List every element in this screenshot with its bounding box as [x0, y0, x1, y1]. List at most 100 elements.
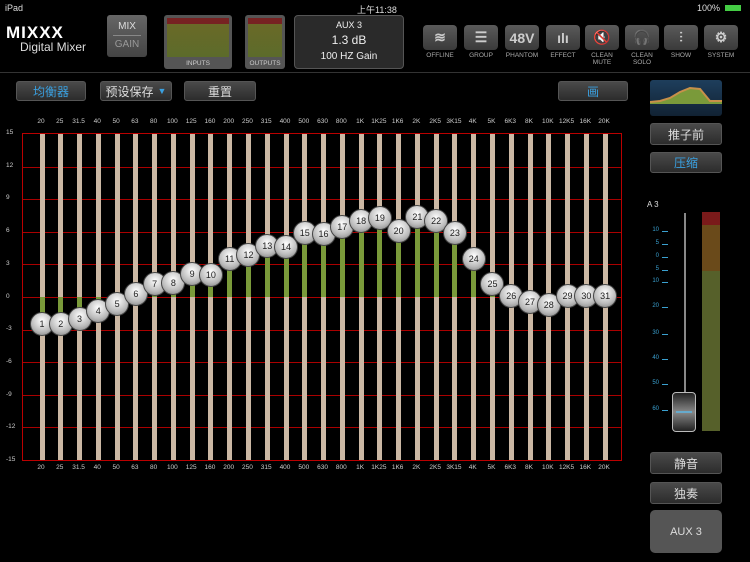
eq-band-knob[interactable]: 10	[198, 263, 223, 288]
eq-band-track[interactable]	[452, 134, 458, 460]
eq-band-track[interactable]	[189, 134, 195, 460]
meter-tick	[662, 257, 668, 258]
freq-label: 200	[223, 118, 235, 125]
freq-label: 5K	[487, 118, 496, 125]
meter-scale-label: 60	[652, 406, 659, 412]
eq-band-track[interactable]	[433, 134, 439, 460]
meter-scale-label: 5	[655, 266, 659, 272]
freq-label: 2K5	[429, 118, 441, 125]
eq-band-track[interactable]	[396, 134, 402, 460]
freq-label: 1K	[356, 118, 365, 125]
y-tick-label: -12	[6, 423, 16, 431]
inputs-meter-button[interactable]: INPUTS	[164, 15, 232, 69]
tool-label-group: GROUP	[469, 52, 493, 59]
eq-band-track[interactable]	[358, 134, 364, 460]
freq-label: 1K25	[371, 118, 387, 125]
eq-band-track[interactable]	[321, 134, 327, 460]
eq-graph: 1 2 3 4 5 6 7 8 9 10 11 12 13 14 15 16 17 18 19 20 21 22 23 24 2…	[22, 133, 622, 461]
freq-label: 50	[112, 118, 120, 125]
inputs-label: INPUTS	[186, 60, 210, 67]
headphone-icon[interactable]: 🎧	[625, 25, 659, 50]
tool-label-clean-solo: CLEAN SOLO	[631, 52, 653, 66]
eq-band-track[interactable]	[471, 134, 477, 460]
solo-button[interactable]: 独奏	[650, 482, 722, 504]
y-tick-label: 6	[6, 227, 10, 235]
freq-label: 160	[204, 464, 216, 471]
meter-tick	[662, 270, 668, 271]
freq-label: 630	[317, 464, 328, 471]
group-icon[interactable]: ☰	[464, 25, 498, 50]
pre-fader-button[interactable]: 推子前	[650, 123, 722, 145]
meter-scale-label: 10	[652, 278, 659, 284]
eq-band-track[interactable]	[245, 134, 251, 460]
meter-scale-label: 5	[655, 240, 659, 246]
eq-band-track[interactable]	[152, 134, 158, 460]
eq-band-track[interactable]	[264, 134, 270, 460]
freq-label: 3K15	[446, 118, 462, 125]
display-channel: AUX 3	[335, 20, 362, 30]
freq-label: 630	[317, 118, 328, 125]
logo-subtitle: Digital Mixer	[20, 40, 87, 54]
meter-tick	[662, 334, 668, 335]
freq-label: 1K25	[371, 464, 387, 471]
freq-label: 800	[335, 118, 347, 125]
battery-icon	[725, 5, 741, 11]
draw-button[interactable]: 画	[558, 81, 628, 101]
freq-label: 200	[223, 464, 235, 471]
freq-label: 16K	[579, 118, 592, 125]
sliders-icon[interactable]: ⫶	[664, 25, 698, 50]
status-device: iPad	[5, 3, 24, 13]
gear-icon[interactable]: ⚙	[704, 25, 738, 50]
eq-band-track[interactable]	[283, 134, 289, 460]
tool-label-clean-mute: CLEAN MUTE	[591, 52, 613, 66]
eq-band-track[interactable]	[302, 134, 308, 460]
freq-label: 63	[131, 464, 139, 471]
mute-button[interactable]: 静音	[650, 452, 722, 474]
freq-label: 1K6	[391, 464, 404, 471]
meter-tick	[662, 410, 668, 411]
mute-icon[interactable]: 🔇	[585, 25, 619, 50]
header-divider	[0, 72, 750, 73]
mix-gain-toggle[interactable]: MIX GAIN	[107, 15, 147, 57]
eq-band-knob[interactable]: 24	[461, 246, 486, 271]
channel-name-button[interactable]: AUX 3	[650, 510, 722, 553]
48v-icon[interactable]: 48V	[505, 25, 539, 50]
display-param: 100 HZ Gain	[320, 51, 378, 62]
preset-save-dropdown[interactable]: 预设保存 ▼	[100, 81, 172, 101]
freq-label: 16K	[579, 464, 592, 471]
meter-tick	[662, 384, 668, 385]
eq-band-track[interactable]	[170, 134, 176, 460]
freq-label: 100	[166, 464, 178, 471]
channel-short-label: A 3	[647, 200, 659, 209]
eq-band-track[interactable]	[489, 134, 495, 460]
outputs-meter-button[interactable]: OUTPUTS	[245, 15, 285, 69]
meter-scale-label: 40	[652, 355, 659, 361]
reset-button[interactable]: 重置	[184, 81, 256, 101]
fader-knob[interactable]	[672, 392, 696, 432]
compressor-button[interactable]: 压缩	[650, 152, 722, 173]
effect-icon[interactable]: ılı	[546, 25, 580, 50]
freq-label: 63	[131, 118, 139, 125]
freq-label: 400	[279, 464, 291, 471]
freq-label: 6K3	[504, 118, 517, 125]
display-value: 1.3 dB	[331, 33, 367, 47]
eq-band-track[interactable]	[414, 134, 420, 460]
eq-band-track[interactable]	[339, 134, 345, 460]
eq-band-knob[interactable]: 23	[442, 220, 467, 245]
freq-label: 400	[279, 118, 291, 125]
eq-band-track[interactable]	[377, 134, 383, 460]
status-battery: 100%	[697, 3, 721, 13]
eq-band-track[interactable]	[208, 134, 214, 460]
eq-tab-button[interactable]: 均衡器	[16, 81, 86, 101]
wifi-icon[interactable]: ≋	[423, 25, 457, 50]
eq-band-knob[interactable]: 31	[593, 283, 618, 308]
meter-scale-label: 10	[652, 227, 659, 233]
eq-band-track[interactable]	[227, 134, 233, 460]
freq-label: 1K	[356, 464, 365, 471]
freq-label: 100	[166, 118, 178, 125]
freq-label: 40	[93, 118, 101, 125]
y-tick-label: 15	[6, 129, 14, 136]
eq-preview-thumbnail[interactable]	[650, 80, 722, 116]
freq-label: 31.5	[72, 118, 85, 125]
meter-scale-label: 30	[652, 330, 659, 336]
